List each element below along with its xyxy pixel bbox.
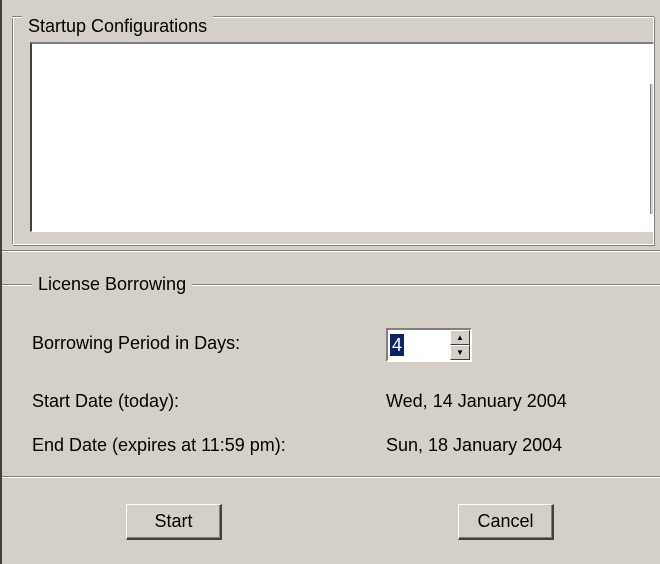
end-date-value: Sun, 18 January 2004 — [386, 435, 563, 455]
start-date-label: Start Date (today): — [32, 391, 180, 411]
borrowing-period-spinner: 4 ▲ ▼ — [386, 328, 472, 362]
startup-configurations-list[interactable] — [30, 42, 654, 232]
start-date-value: Wed, 14 January 2004 — [386, 391, 567, 411]
borrow-license-dialog: Startup Configurations License Borrowing… — [0, 0, 660, 564]
cancel-button[interactable]: Cancel — [458, 504, 554, 540]
buttons-separator — [2, 476, 660, 478]
section-separator — [2, 250, 660, 252]
arrow-down-icon[interactable]: ▼ — [450, 345, 470, 360]
borrowing-period-label: Borrowing Period in Days: — [32, 333, 241, 353]
borrowing-period-value: 4 — [390, 334, 405, 356]
window-left-border — [0, 0, 2, 564]
list-scrollbar-edge — [650, 84, 653, 214]
start-button[interactable]: Start — [126, 504, 222, 540]
borrowing-period-input[interactable]: 4 — [390, 333, 405, 357]
end-date-label: End Date (expires at 11:59 pm): — [32, 435, 286, 455]
arrow-up-icon[interactable]: ▲ — [450, 330, 470, 345]
spinner-buttons: ▲ ▼ — [450, 330, 470, 360]
startup-configurations-legend: Startup Configurations — [22, 15, 214, 37]
license-borrowing-legend: License Borrowing — [32, 273, 193, 295]
